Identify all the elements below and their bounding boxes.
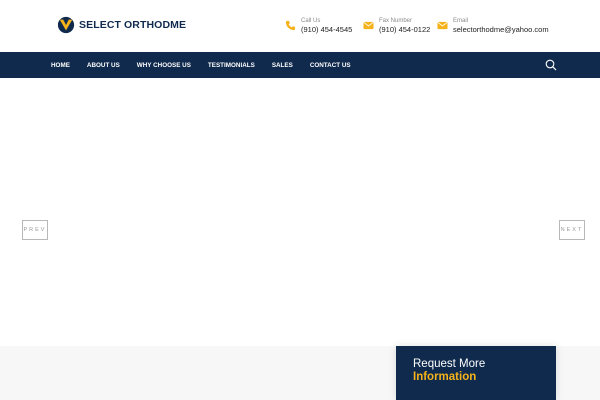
brand-logo[interactable]: SELECT ORTHODME [57,16,186,34]
phone-icon [285,20,296,31]
contact-email-value[interactable]: selectorthodme@yahoo.com [453,25,549,35]
request-title-highlight: Information [413,371,477,383]
contact-phone-value[interactable]: (910) 454-4545 [301,25,352,35]
search-icon [545,59,557,71]
nav-item-about-us[interactable]: ABOUT US [87,62,120,69]
nav-item-why-choose-us[interactable]: WHY CHOOSE US [137,62,191,69]
contact-fax-value[interactable]: (910) 454-0122 [379,25,430,35]
contact-email-label: Email [453,18,469,24]
logo-icon [57,16,75,34]
main-nav: HOME ABOUT US WHY CHOOSE US TESTIMONIALS… [0,52,600,78]
site-header: SELECT ORTHODME Call Us (910) 454-4545 F… [0,0,600,52]
contact-fax-label: Fax Number [379,18,413,24]
contact-fax: Fax Number (910) 454-0122 [363,18,430,35]
nav-item-contact-us[interactable]: CONTACT US [310,62,351,69]
nav-item-home[interactable]: HOME [51,62,70,69]
nav-item-testimonials[interactable]: TESTIMONIALS [208,62,255,69]
envelope-icon [363,21,374,30]
contact-email: Email selectorthodme@yahoo.com [437,18,549,35]
nav-item-sales[interactable]: SALES [272,62,293,69]
contact-phone-label: Call Us [301,18,321,24]
slider-next-button[interactable]: NEXT [559,220,585,240]
slider-prev-button[interactable]: PREV [22,220,48,240]
envelope-icon [437,21,448,30]
contact-phone: Call Us (910) 454-4545 [285,18,352,35]
nav-menu: HOME ABOUT US WHY CHOOSE US TESTIMONIALS… [51,52,368,78]
search-button[interactable] [545,59,557,71]
hero-slider: PREV NEXT [0,78,600,346]
request-title: Request More [413,358,486,370]
brand-name: SELECT ORTHODME [79,19,187,31]
request-info-box[interactable]: Request More Information [396,346,556,400]
